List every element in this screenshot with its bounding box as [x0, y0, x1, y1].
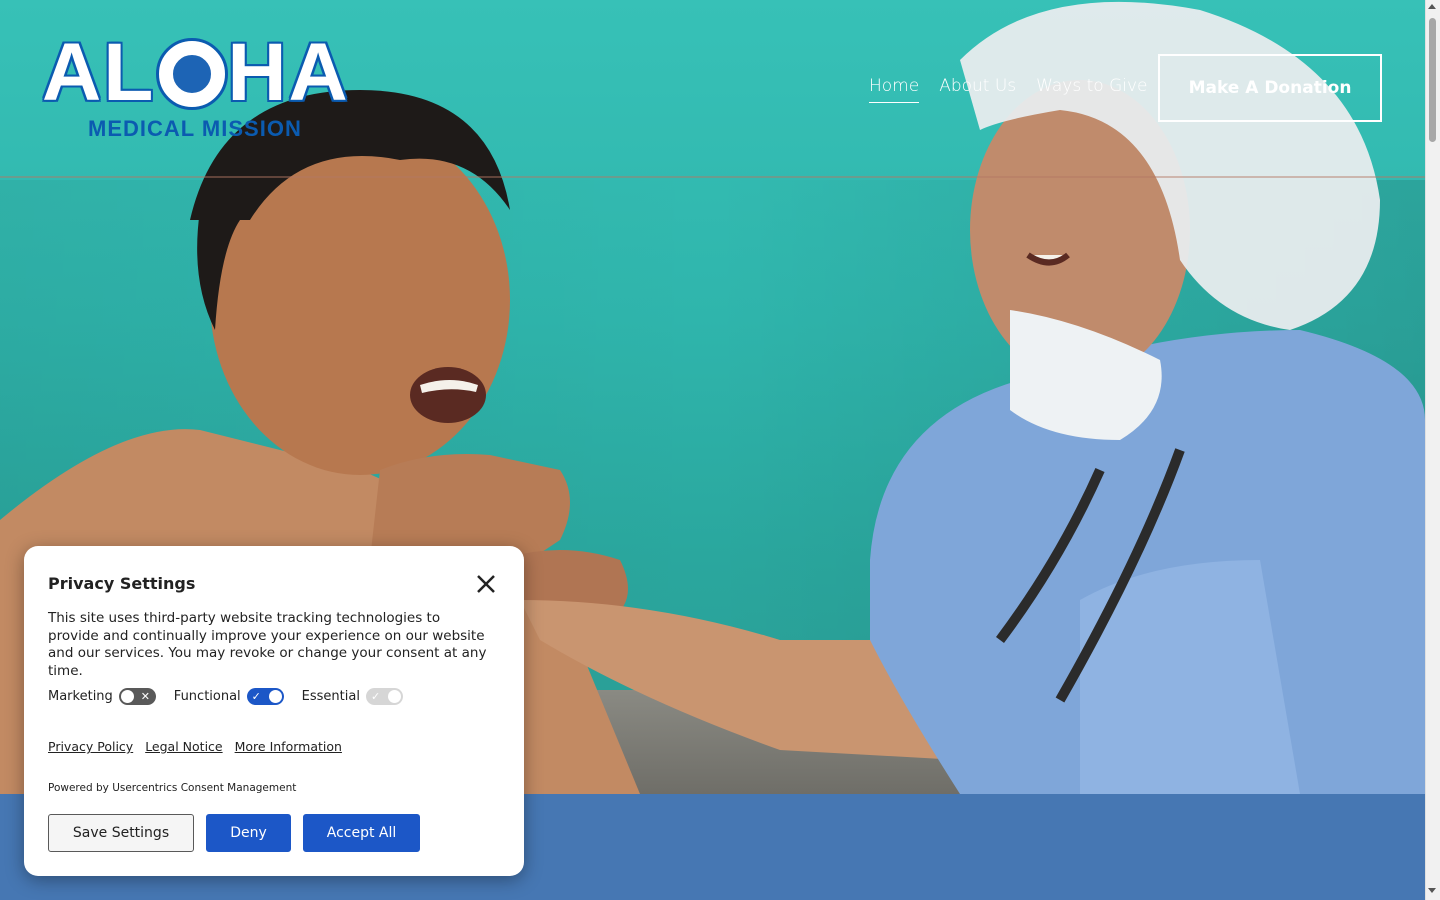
- check-icon: ✓: [370, 690, 381, 703]
- check-icon: ✓: [251, 690, 261, 703]
- more-information-link[interactable]: More Information: [235, 739, 342, 754]
- toggle-label-essential: Essential: [301, 689, 360, 704]
- consent-toggles: Marketing ✕ Functional ✓ Essential ✓: [48, 688, 421, 705]
- powered-by-text: Powered by Usercentrics Consent Manageme…: [48, 782, 297, 794]
- privacy-policy-link[interactable]: Privacy Policy: [48, 739, 133, 754]
- legal-notice-link[interactable]: Legal Notice: [145, 739, 222, 754]
- logo-word-left: AL: [42, 27, 156, 118]
- toggle-label-marketing: Marketing: [48, 689, 113, 704]
- toggle-knob: [387, 690, 401, 703]
- toggle-knob: [120, 690, 134, 703]
- main-nav: Home About Us Ways to Give: [869, 76, 1148, 103]
- save-settings-button[interactable]: Save Settings: [48, 814, 194, 852]
- accept-all-button[interactable]: Accept All: [303, 814, 420, 852]
- scroll-up-arrow-icon[interactable]: [1428, 4, 1436, 9]
- privacy-description: This site uses third-party website track…: [48, 610, 487, 679]
- toggle-label-functional: Functional: [173, 689, 241, 704]
- logo-seal-icon: [156, 38, 228, 110]
- logo-subtitle: MEDICAL MISSION: [88, 116, 302, 141]
- scroll-down-arrow-icon[interactable]: [1428, 888, 1436, 893]
- toggle-knob: [268, 690, 282, 703]
- privacy-title: Privacy Settings: [48, 574, 196, 593]
- functional-toggle[interactable]: ✓: [246, 688, 284, 705]
- site-logo[interactable]: AL HA MEDICAL MISSION: [42, 32, 362, 142]
- nav-item-ways-to-give[interactable]: Ways to Give: [1036, 76, 1147, 103]
- x-icon: ✕: [140, 690, 151, 703]
- logo-word-right: HA: [227, 27, 350, 118]
- privacy-links: Privacy Policy Legal Notice More Informa…: [48, 739, 342, 754]
- marketing-toggle[interactable]: ✕: [118, 688, 156, 705]
- close-icon[interactable]: [472, 570, 500, 598]
- logo-seal-center: [171, 53, 213, 95]
- header-divider: [0, 176, 1425, 178]
- deny-button[interactable]: Deny: [206, 814, 291, 852]
- nav-item-about-us[interactable]: About Us: [939, 76, 1016, 103]
- essential-toggle: ✓: [365, 688, 403, 705]
- make-a-donation-button[interactable]: Make A Donation: [1158, 54, 1382, 122]
- privacy-settings-dialog: Privacy Settings This site uses third-pa…: [24, 546, 524, 876]
- nav-item-home[interactable]: Home: [869, 76, 920, 103]
- scrollbar-thumb[interactable]: [1429, 18, 1436, 142]
